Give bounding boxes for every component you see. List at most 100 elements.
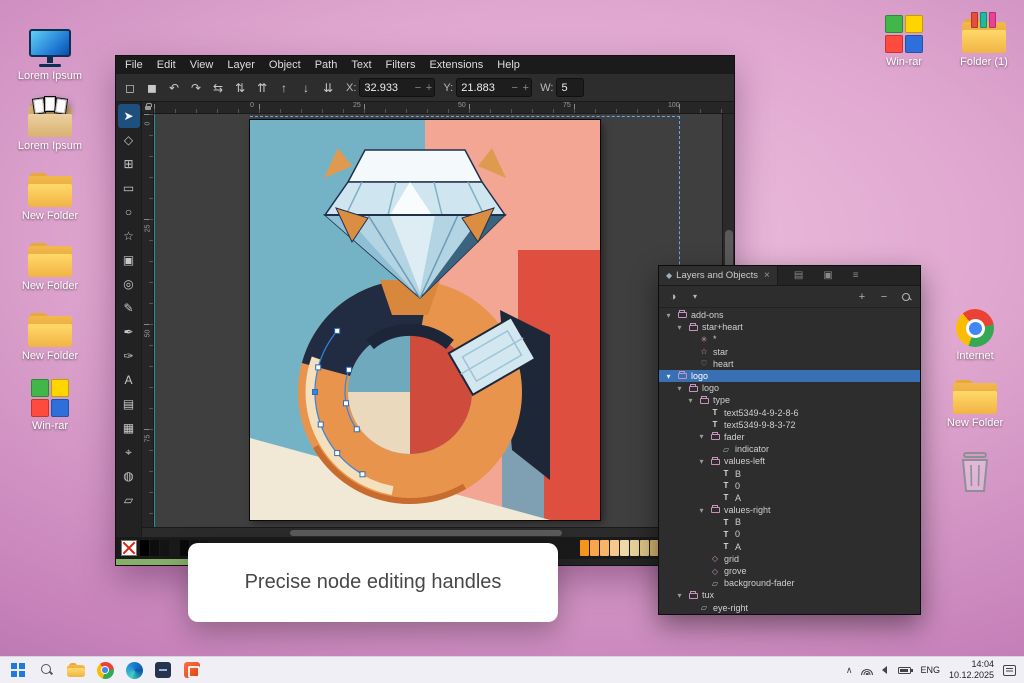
shape-builder-tool[interactable]: ⊞ (118, 152, 140, 176)
notifications-icon[interactable] (1003, 664, 1016, 676)
tree-row[interactable]: T text5349-4-9-2-8-6 (659, 407, 920, 419)
lower-icon[interactable]: ↓ (296, 78, 316, 98)
volume-icon[interactable] (882, 666, 888, 674)
select-all-icon[interactable]: ◻ (120, 78, 140, 98)
no-color-swatch[interactable] (121, 540, 137, 556)
desktop-icon[interactable]: Win-rar (14, 376, 86, 432)
horizontal-ruler[interactable]: 0 25 50 75 100 (154, 102, 734, 114)
menu-item[interactable]: Filters (379, 57, 423, 73)
node-tool[interactable]: ◇ (118, 128, 140, 152)
desktop-icon[interactable] (939, 440, 1011, 496)
ellipse-tool[interactable]: ○ (118, 200, 140, 224)
tree-row[interactable]: ▾ logo (659, 369, 920, 383)
menu-item[interactable]: Path (308, 57, 345, 73)
tree-row[interactable]: T B (659, 516, 920, 528)
export-tab-icon[interactable]: ≡ (853, 270, 859, 281)
vertical-ruler[interactable]: 0 25 50 75 (142, 114, 154, 527)
presentation-app-icon[interactable] (181, 659, 203, 681)
w-input[interactable] (557, 81, 584, 94)
bucket-tool[interactable]: ◍ (118, 464, 140, 488)
raise-top-icon[interactable]: ⇈ (252, 78, 272, 98)
tree-row[interactable]: ◇ grove (659, 565, 920, 577)
menu-item[interactable]: Text (344, 57, 378, 73)
color-swatch[interactable] (620, 540, 629, 556)
expander-icon[interactable]: ▾ (675, 384, 684, 393)
desktop-icon[interactable]: Lorem Ipsum (14, 96, 86, 152)
tree-row[interactable]: T A (659, 492, 920, 504)
objects-tab-icon[interactable]: ▣ (823, 270, 832, 281)
menu-item[interactable]: View (183, 57, 221, 73)
horizontal-scrollbar-thumb[interactable] (290, 530, 562, 536)
desktop-icon[interactable]: New Folder (14, 166, 86, 222)
desktop-icon[interactable]: New Folder (939, 373, 1011, 429)
desktop-icon[interactable]: Lorem Ipsum (14, 26, 86, 82)
menu-item[interactable]: Help (490, 57, 527, 73)
pencil-tool[interactable]: ✎ (118, 296, 140, 320)
color-swatch[interactable] (610, 540, 619, 556)
battery-icon[interactable] (898, 666, 914, 674)
tree-row[interactable]: T text5349-9-8-3-72 (659, 419, 920, 431)
tree-row[interactable]: ▾ values-right (659, 504, 920, 516)
chrome-icon[interactable] (94, 659, 116, 681)
desktop-icon[interactable]: Internet (939, 306, 1011, 362)
text-tool[interactable]: A (118, 368, 140, 392)
tree-row[interactable]: T 0 (659, 480, 920, 492)
x-increment-button[interactable]: + (423, 82, 434, 94)
menu-item[interactable]: Edit (150, 57, 183, 73)
expander-icon[interactable]: ▾ (664, 372, 673, 381)
desktop-icon[interactable]: New Folder (14, 306, 86, 362)
close-icon[interactable]: × (764, 270, 770, 281)
panel-tab-layers[interactable]: ◆ Layers and Objects × (659, 266, 778, 285)
color-swatch[interactable] (590, 540, 599, 556)
pen-tool[interactable]: ✒ (118, 320, 140, 344)
mesh-tool[interactable]: ▦ (118, 416, 140, 440)
search-icon[interactable] (36, 659, 58, 681)
color-swatch[interactable] (140, 540, 149, 556)
color-swatch[interactable] (580, 540, 589, 556)
ruler-corner[interactable] (142, 102, 154, 114)
rotate-cw-icon[interactable]: ↷ (186, 78, 206, 98)
expander-icon[interactable]: ▾ (686, 396, 695, 405)
spiral-tool[interactable]: ◎ (118, 272, 140, 296)
calligraphy-tool[interactable]: ✑ (118, 344, 140, 368)
deselect-icon[interactable]: ◼ (142, 78, 162, 98)
wifi-icon[interactable] (861, 666, 874, 675)
tree-row[interactable]: ♡ heart (659, 358, 920, 370)
swatches-tab-icon[interactable]: ▤ (794, 270, 803, 281)
tree-row[interactable]: ◇ grid (659, 553, 920, 565)
code-app-icon[interactable] (152, 659, 174, 681)
menu-item[interactable]: File (118, 57, 150, 73)
color-swatch[interactable] (150, 540, 159, 556)
y-increment-button[interactable]: + (520, 82, 531, 94)
tree-row[interactable]: ▾ add-ons (659, 309, 920, 321)
y-decrement-button[interactable]: − (509, 82, 520, 94)
edge-icon[interactable] (123, 659, 145, 681)
dropdown-arrow-icon[interactable]: ▾ (687, 289, 703, 305)
x-decrement-button[interactable]: − (412, 82, 423, 94)
tree-row[interactable]: ▾ logo (659, 382, 920, 394)
flip-vertical-icon[interactable]: ⇅ (230, 78, 250, 98)
tree-row[interactable]: ☆ star (659, 346, 920, 358)
raise-icon[interactable]: ↑ (274, 78, 294, 98)
expander-icon[interactable]: ▾ (697, 432, 706, 441)
color-swatch[interactable] (640, 540, 649, 556)
tree-row[interactable]: ▱ background-fader (659, 577, 920, 589)
tree-row[interactable]: ▱ indicator (659, 443, 920, 455)
color-swatch[interactable] (600, 540, 609, 556)
desktop-icon[interactable]: New Folder (14, 236, 86, 292)
box3d-tool[interactable]: ▣ (118, 248, 140, 272)
color-swatch[interactable] (170, 540, 179, 556)
tree-row[interactable]: T A (659, 541, 920, 553)
tree-row[interactable]: T B (659, 467, 920, 479)
expander-icon[interactable]: ▾ (675, 591, 684, 600)
expander-icon[interactable]: ▾ (697, 457, 706, 466)
canvas[interactable] (154, 114, 722, 527)
tree-row[interactable]: ✳ * (659, 333, 920, 345)
menu-item[interactable]: Extensions (422, 57, 490, 73)
star-tool[interactable]: ☆ (118, 224, 140, 248)
rectangle-tool[interactable]: ▭ (118, 176, 140, 200)
remove-layer-icon[interactable]: − (876, 289, 892, 305)
explorer-icon[interactable] (65, 659, 87, 681)
rotate-ccw-icon[interactable]: ↶ (164, 78, 184, 98)
tree-row[interactable]: ▾ star+heart (659, 321, 920, 333)
